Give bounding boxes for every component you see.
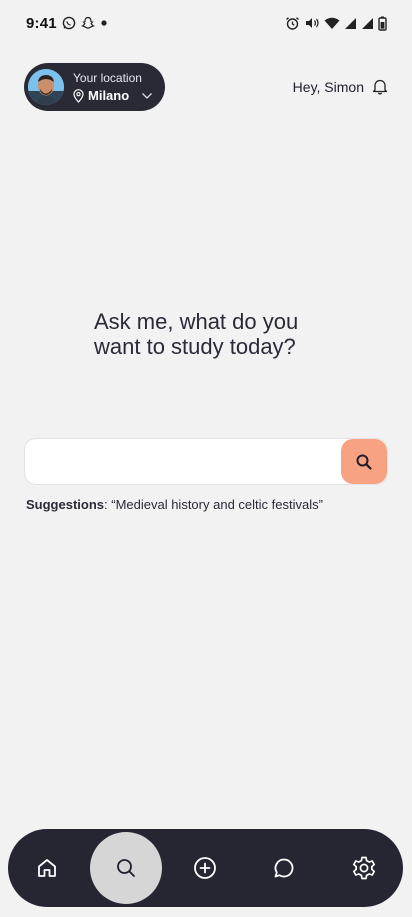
status-bar: 9:41 [0,0,412,46]
bell-icon[interactable] [372,78,388,95]
signal-icon [361,17,374,30]
status-right [285,16,387,31]
alarm-icon [285,16,300,31]
wifi-icon [324,17,340,30]
home-icon [35,856,59,880]
nav-add[interactable] [175,829,235,907]
add-circle-icon [192,855,218,881]
nav-settings[interactable] [334,829,394,907]
hero-question-line2: want to study today? [94,334,296,359]
search-input[interactable] [25,439,343,484]
search-icon [355,453,373,471]
bottom-nav [8,829,403,907]
battery-icon [378,16,387,31]
signal-icon [344,17,357,30]
status-time: 9:41 [26,14,57,32]
location-selector[interactable]: Your location Milano [24,63,165,111]
location-text: Your location Milano [73,71,153,103]
suggestions-label: Suggestions [26,497,105,512]
greeting-area: Hey, Simon [293,78,388,95]
chevron-down-icon[interactable] [141,92,153,100]
search-box [24,438,388,485]
suggestions-text: : “Medieval history and celtic festivals… [104,497,323,512]
chat-icon [272,856,296,880]
location-row: Milano [73,89,153,103]
notification-dot-icon [100,19,108,27]
status-left: 9:41 [26,15,108,32]
snapchat-icon [80,16,95,30]
hero-question: Ask me, what do you want to study today? [94,309,344,359]
nav-home[interactable] [17,829,77,907]
hero-question-line1: Ask me, what do you [94,309,299,334]
vibrate-icon [304,16,320,30]
avatar[interactable] [28,69,64,105]
whatsapp-icon [62,16,76,30]
nav-search[interactable] [96,829,156,907]
suggestions[interactable]: Suggestions: “Medieval history and celti… [26,497,323,512]
location-label: Your location [73,71,142,85]
nav-chat[interactable] [254,829,314,907]
map-pin-icon [73,89,84,103]
settings-icon [351,855,377,881]
location-city: Milano [88,88,130,103]
search-button[interactable] [341,439,387,484]
search-icon [114,856,138,880]
greeting-text: Hey, Simon [292,78,364,95]
